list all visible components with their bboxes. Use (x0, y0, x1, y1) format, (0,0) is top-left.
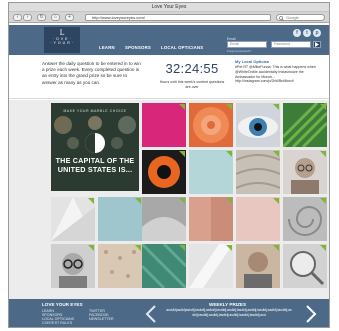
info-bar: Answer the daily question to be entered … (9, 55, 329, 99)
pinterest-icon[interactable]: p (313, 29, 321, 37)
nav-local-opticians[interactable]: LOCAL OPTICIANS (161, 45, 203, 50)
facebook-icon[interactable]: f (293, 29, 301, 37)
white-fans-image (51, 197, 95, 241)
site-header: L · O V E · · Y O U R · LEARN SPONSORS L… (9, 25, 329, 55)
grid-tile[interactable] (98, 197, 142, 241)
grid-tile[interactable] (236, 103, 280, 147)
portrait-image (244, 252, 272, 288)
orange-swirl-image (193, 107, 229, 143)
grid-tile[interactable] (236, 197, 280, 241)
magnifier-image (290, 251, 325, 286)
logo-line-3: · Y O U R · (50, 41, 74, 45)
man-glasses-image (59, 253, 87, 288)
marbles-image (54, 116, 136, 153)
eye-image (238, 116, 278, 138)
grid-tile[interactable] (142, 103, 186, 147)
arrow-right-icon (315, 42, 319, 47)
unanswered-badge (135, 198, 141, 204)
timer-caption: Hours until this week's contest question… (159, 80, 225, 89)
pink-texture-image (189, 197, 211, 241)
feature-question-tile[interactable]: MAKE YOUR MARBLE CHOICE THE CAPITAL OF T… (51, 103, 139, 191)
twitter-icon[interactable]: t (303, 29, 311, 37)
site-footer: LOVE YOUR EYES LEARN SPONSORS LOCAL OPTI… (9, 299, 329, 327)
grid-tile[interactable] (283, 103, 327, 147)
grid-tile[interactable] (51, 244, 95, 288)
countdown-timer: 32:24:55 (165, 61, 219, 76)
tweet-text: #Pet RT @MikeFunda: This is what happens… (235, 65, 316, 84)
leaf-texture-image (283, 103, 327, 147)
site-logo[interactable]: L · O V E · · Y O U R · (44, 27, 80, 53)
forward-button[interactable]: › (23, 14, 32, 21)
feature-subtitle: MAKE YOUR MARBLE CHOICE (63, 109, 127, 113)
nav-sponsors[interactable]: SPONSORS (125, 45, 151, 50)
add-bookmark-button[interactable]: + (65, 14, 74, 21)
logo-line-1: L (59, 29, 65, 37)
grid-tile[interactable] (142, 150, 186, 194)
window-title: Love Your Eyes (151, 4, 187, 10)
unanswered-badge (226, 151, 232, 157)
login-submit-button[interactable] (313, 41, 321, 48)
prizes-title: WEEKLY PRIZES (209, 302, 247, 307)
grid-tile[interactable] (189, 244, 233, 288)
search-icon (279, 16, 284, 21)
chevron-right-icon[interactable] (305, 304, 317, 324)
home-button[interactable]: ⌂ (51, 14, 60, 21)
email-field[interactable]: Email (227, 41, 267, 48)
grid-tile[interactable] (236, 244, 280, 288)
grid-tile[interactable] (142, 244, 186, 288)
reload-button[interactable]: ↻ (37, 14, 46, 21)
address-bar[interactable]: http://www.loveyoureyes.com/ (85, 14, 271, 21)
browser-window: Love Your Eyes ‹ › ↻ ⌂ + http://www.love… (8, 2, 330, 328)
prizes-text: asd;lkfjasdkfjaskdfj;laskdfj;aslkdfj;las… (166, 308, 292, 317)
grid-tile[interactable] (236, 150, 280, 194)
chevron-left-icon[interactable] (145, 304, 157, 324)
dotted-pattern-image (104, 250, 136, 278)
browser-search-field[interactable]: Google (276, 14, 325, 21)
spiral-image (288, 206, 323, 236)
unanswered-badge (273, 198, 279, 204)
grid-tile[interactable] (98, 244, 142, 288)
grid-tile[interactable] (189, 103, 233, 147)
browser-toolbar: ‹ › ↻ ⌂ + http://www.loveyoureyes.com/ G… (9, 12, 329, 23)
footer-link-contest-rules[interactable]: CONTEST RULES (42, 321, 72, 325)
intro-text: Answer the daily question to be entered … (42, 61, 141, 85)
forgot-password-link[interactable]: Forgot password? (227, 49, 251, 53)
grid-tile[interactable] (142, 197, 186, 241)
grid-tile[interactable] (51, 197, 95, 241)
password-field[interactable]: Password (271, 41, 311, 48)
footer-link-newsletter[interactable]: NEWSLETTER (89, 317, 114, 321)
image-grid: MAKE YOUR MARBLE CHOICE THE CAPITAL OF T… (9, 100, 329, 299)
light-texture-image (236, 154, 280, 189)
white-blades-image (189, 244, 233, 288)
footer-brand: LOVE YOUR EYES (42, 302, 83, 307)
teal-fabric-image (142, 244, 186, 288)
tweet-handle[interactable]: My Local Optician (235, 59, 269, 64)
nav-learn[interactable]: LEARN (99, 45, 115, 50)
grid-tile[interactable] (189, 197, 233, 241)
grid-tile[interactable] (283, 150, 327, 194)
title-bar: Love Your Eyes (9, 3, 329, 12)
grid-tile[interactable] (283, 244, 327, 288)
unanswered-badge (179, 104, 185, 110)
feature-question: THE CAPITAL OF THE UNITED STATES IS... (55, 156, 135, 174)
back-button[interactable]: ‹ (13, 14, 22, 21)
grid-tile[interactable] (283, 197, 327, 241)
grey-wave-image (142, 217, 186, 241)
woman-glasses-image (291, 158, 319, 194)
grid-tile[interactable] (189, 150, 233, 194)
search-placeholder: Google (286, 15, 299, 20)
orange-eye-image (148, 156, 180, 188)
